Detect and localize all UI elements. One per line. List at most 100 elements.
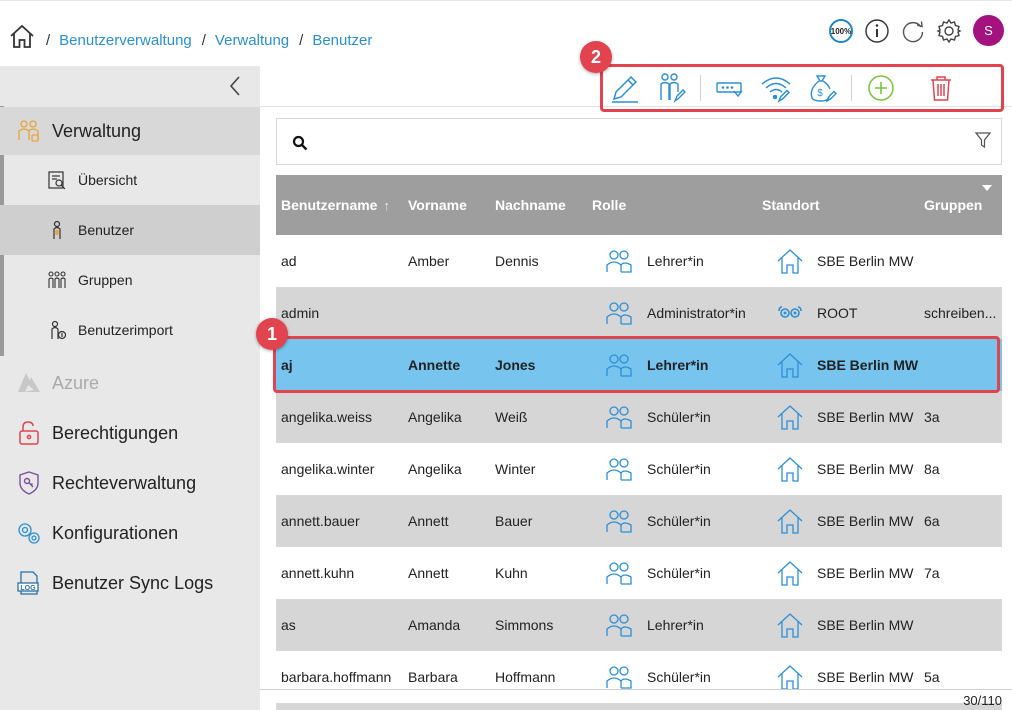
collapse-sidebar-icon[interactable] bbox=[226, 74, 244, 98]
sidebar-item-label: Benutzer bbox=[78, 222, 135, 238]
cell-first-name: Amanda bbox=[408, 617, 461, 633]
table-row[interactable]: as Amanda Simmons Lehrer*in SBE Berlin MW bbox=[276, 599, 1002, 651]
house-icon bbox=[775, 662, 805, 692]
cell-role: Schüler*in bbox=[647, 513, 711, 529]
sidebar-item-gruppen[interactable]: Gruppen bbox=[0, 255, 260, 305]
cell-role: Schüler*in bbox=[647, 565, 711, 581]
gear-icon[interactable] bbox=[935, 17, 963, 45]
table-body: ad Amber Dennis Lehrer*in SBE Berlin MW admin… bbox=[276, 235, 1002, 703]
password-icon bbox=[716, 82, 743, 98]
cell-location: SBE Berlin MW bbox=[817, 409, 914, 425]
column-header-gruppen[interactable]: Gruppen bbox=[924, 197, 982, 213]
add-button[interactable] bbox=[858, 68, 904, 108]
role-people-icon bbox=[604, 246, 634, 276]
sidebar-item-label: Benutzer Sync Logs bbox=[52, 572, 214, 593]
user-avatar[interactable]: S bbox=[973, 15, 1004, 46]
info-icon[interactable] bbox=[863, 17, 891, 45]
house-icon bbox=[775, 454, 805, 484]
sidebar: Verwaltung Übersicht Benutzer Gruppen Be… bbox=[0, 66, 260, 710]
table-row[interactable]: barbara.hoffmann Barbara Hoffmann Schüler*i… bbox=[276, 651, 1002, 703]
breadcrumb-benutzerverwaltung[interactable]: Benutzerverwaltung bbox=[59, 32, 192, 49]
cell-location: SBE Berlin MW bbox=[817, 565, 914, 581]
breadcrumb-separator: / bbox=[201, 32, 206, 49]
cell-groups: schreiben... bbox=[924, 305, 997, 321]
wifi-edit-button[interactable] bbox=[753, 68, 799, 108]
sidebar-item-label: Benutzerimport bbox=[78, 322, 173, 338]
assign-users-button[interactable] bbox=[648, 68, 694, 108]
column-header-label: Gruppen bbox=[924, 197, 983, 213]
cell-username: barbara.hoffmann bbox=[281, 669, 392, 685]
table-row[interactable]: ad Amber Dennis Lehrer*in SBE Berlin MW bbox=[276, 235, 1002, 287]
user-import-icon bbox=[46, 319, 68, 341]
column-menu-caret-icon[interactable] bbox=[982, 185, 992, 191]
filter-icon[interactable] bbox=[975, 131, 991, 149]
sidebar-item-label: Rechteverwaltung bbox=[52, 472, 197, 493]
sidebar-item-uebersicht[interactable]: Übersicht bbox=[0, 155, 260, 205]
column-header-benutzername[interactable]: Benutzername ↑ bbox=[281, 197, 390, 213]
cell-groups: 7a bbox=[924, 565, 940, 581]
cell-last-name: Winter bbox=[495, 461, 536, 477]
cell-username: as bbox=[281, 617, 296, 633]
sidebar-item-benutzerimport[interactable]: Benutzerimport bbox=[0, 305, 260, 355]
sidebar-item-konfigurationen[interactable]: Konfigurationen bbox=[0, 509, 260, 557]
breadcrumb-separator: / bbox=[46, 32, 51, 49]
row-count: 30/110 bbox=[963, 693, 1002, 708]
table-row-selected[interactable]: aj Annette Jones Lehrer*in SBE Berlin MW bbox=[276, 339, 1002, 391]
cell-groups: 5a bbox=[924, 669, 940, 685]
column-header-nachname[interactable]: Nachname bbox=[495, 197, 566, 213]
svg-text:LOG: LOG bbox=[20, 585, 36, 592]
table-row[interactable]: angelika.winter Angelika Winter Schüler*in S… bbox=[276, 443, 1002, 495]
table-row[interactable]: angelika.weiss Angelika Weiß Schüler*in SBE … bbox=[276, 391, 1002, 443]
sidebar-item-berechtigungen[interactable]: Berechtigungen bbox=[0, 409, 260, 457]
sidebar-item-label: Übersicht bbox=[78, 172, 138, 188]
cell-last-name: Bauer bbox=[495, 513, 533, 529]
zoom-100-icon[interactable]: 100% bbox=[827, 17, 855, 45]
money-button[interactable]: $ bbox=[799, 68, 845, 108]
column-header-rolle[interactable]: Rolle bbox=[592, 197, 626, 213]
role-people-icon bbox=[604, 662, 634, 692]
cell-role: Lehrer*in bbox=[647, 617, 704, 633]
cell-last-name: Hoffmann bbox=[495, 669, 556, 685]
search-input[interactable] bbox=[321, 129, 941, 155]
edit-button[interactable] bbox=[602, 68, 648, 108]
cell-first-name: Amber bbox=[408, 253, 450, 269]
gears-icon bbox=[16, 520, 42, 546]
groups-icon bbox=[46, 269, 68, 291]
cell-username: ad bbox=[281, 253, 297, 269]
house-icon bbox=[775, 610, 805, 640]
cell-role: Lehrer*in bbox=[647, 357, 709, 373]
cell-first-name: Annette bbox=[408, 357, 461, 373]
sidebar-item-benutzer[interactable]: Benutzer bbox=[0, 205, 260, 255]
action-toolbar: $ bbox=[602, 66, 1002, 110]
cell-first-name: Annett bbox=[408, 513, 449, 529]
column-header-vorname[interactable]: Vorname bbox=[408, 197, 467, 213]
search-icon[interactable] bbox=[292, 135, 308, 151]
annotation-badge-1: 1 bbox=[256, 318, 288, 350]
cell-location: SBE Berlin MW bbox=[817, 461, 914, 477]
column-header-label: Benutzername bbox=[281, 197, 378, 213]
house-icon bbox=[775, 350, 805, 380]
svg-text:$: $ bbox=[817, 88, 823, 99]
breadcrumb-verwaltung[interactable]: Verwaltung bbox=[215, 32, 289, 49]
delete-button[interactable] bbox=[918, 68, 964, 108]
table-row[interactable]: annett.bauer Annett Bauer Schüler*in SBE Ber… bbox=[276, 495, 1002, 547]
house-icon bbox=[775, 558, 805, 588]
refresh-icon[interactable] bbox=[899, 17, 927, 45]
column-header-label: Nachname bbox=[495, 197, 566, 213]
breadcrumb-benutzer[interactable]: Benutzer bbox=[312, 32, 372, 49]
cell-last-name: Dennis bbox=[495, 253, 539, 269]
password-button[interactable] bbox=[707, 68, 753, 108]
sidebar-item-rechteverwaltung[interactable]: Rechteverwaltung bbox=[0, 459, 260, 507]
key-shield-icon bbox=[16, 470, 42, 496]
cell-username: angelika.winter bbox=[281, 461, 375, 477]
cell-last-name: Simmons bbox=[495, 617, 554, 633]
home-icon[interactable] bbox=[9, 23, 35, 49]
column-header-standort[interactable]: Standort bbox=[762, 197, 820, 213]
edit-icon bbox=[612, 75, 638, 103]
cell-last-name: Jones bbox=[495, 357, 536, 373]
sidebar-item-verwaltung[interactable]: Verwaltung bbox=[0, 107, 260, 155]
table-row[interactable]: annett.kuhn Annett Kuhn Schüler*in SBE Berli… bbox=[276, 547, 1002, 599]
cell-role: Administrator*in bbox=[647, 305, 746, 321]
sidebar-item-benutzer-sync-logs[interactable]: LOG Benutzer Sync Logs bbox=[0, 559, 260, 607]
table-row[interactable]: admin Administrator*in ROOT schreiben... bbox=[276, 287, 1002, 339]
